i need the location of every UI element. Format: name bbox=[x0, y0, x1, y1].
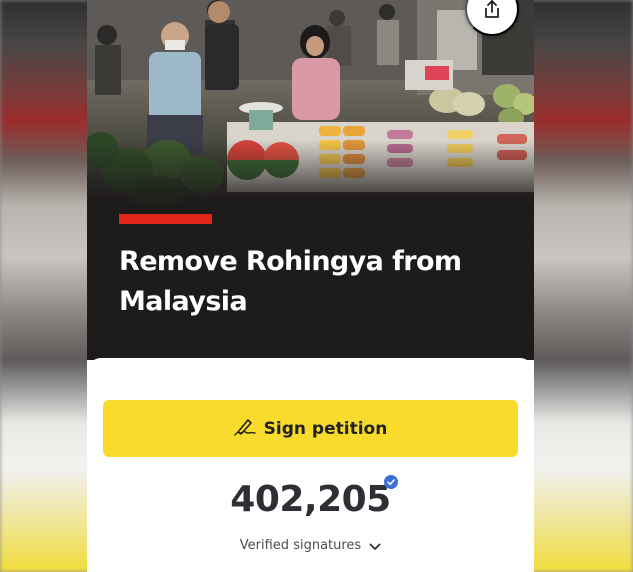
verified-signatures-label: Verified signatures bbox=[239, 538, 362, 553]
photo-gradient bbox=[87, 140, 534, 210]
title-accent-bar bbox=[119, 214, 212, 224]
signature-pen-icon bbox=[233, 416, 256, 441]
verified-check-icon bbox=[384, 474, 398, 489]
petition-action-card: Sign petition 402,205 Verified signature… bbox=[87, 358, 534, 572]
petition-title: Remove Rohingya from Malaysia bbox=[119, 246, 462, 317]
share-icon bbox=[483, 0, 501, 22]
sign-petition-button[interactable]: Sign petition bbox=[103, 400, 518, 457]
petition-hero: Remove Rohingya from Malaysia bbox=[87, 0, 534, 360]
signature-count: 402,205 bbox=[230, 479, 391, 520]
screenshot-stage: Remove Rohingya from Malaysia Sign petit… bbox=[0, 0, 633, 572]
verified-signatures-toggle[interactable]: Verified signatures bbox=[87, 536, 534, 555]
sign-petition-label: Sign petition bbox=[263, 418, 388, 439]
chevron-down-icon bbox=[369, 536, 381, 555]
petition-page: Remove Rohingya from Malaysia Sign petit… bbox=[87, 0, 534, 572]
